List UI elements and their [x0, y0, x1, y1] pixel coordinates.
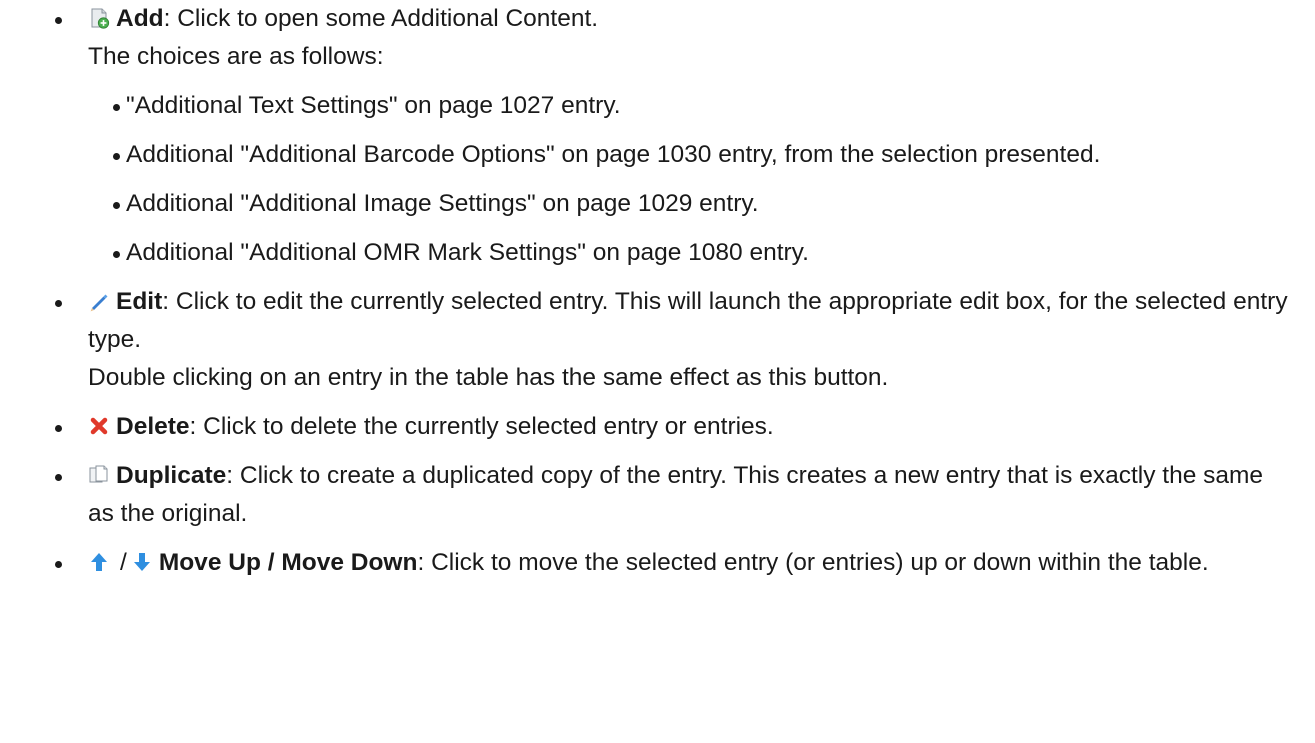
move-description: : Click to move the selected entry (or e…	[417, 549, 1209, 576]
add-content-icon	[88, 7, 110, 29]
duplicate-label: Duplicate	[116, 462, 227, 489]
edit-label: Edit	[116, 288, 163, 315]
list-item: Additional "Additional Barcode Options" …	[88, 136, 1295, 174]
edit-description: : Click to edit the currently selected e…	[88, 288, 1288, 353]
toolbar-button-list: Add: Click to open some Additional Conte…	[0, 0, 1315, 582]
list-item-move: / Move Up / Move Down: Click to move the…	[0, 544, 1315, 582]
help-document: Add: Click to open some Additional Conte…	[0, 0, 1315, 593]
list-item-delete: Delete: Click to delete the currently se…	[0, 408, 1315, 446]
add-choices-list: "Additional Text Settings" on page 1027 …	[88, 87, 1295, 272]
list-item-edit: Edit: Click to edit the currently select…	[0, 283, 1315, 397]
list-item-duplicate: Duplicate: Click to create a duplicated …	[0, 457, 1315, 533]
list-item: Additional "Additional OMR Mark Settings…	[88, 234, 1295, 272]
arrow-up-icon	[88, 551, 110, 573]
delete-description: : Click to delete the currently selected…	[189, 413, 774, 440]
arrow-down-icon	[131, 551, 153, 573]
pencil-icon	[88, 290, 110, 312]
move-label: Move Up / Move Down	[158, 549, 418, 576]
delete-x-icon	[88, 415, 110, 437]
duplicate-icon	[88, 464, 110, 486]
list-item: Additional "Additional Image Settings" o…	[88, 185, 1295, 223]
delete-label: Delete	[116, 413, 190, 440]
edit-extra-note: Double clicking on an entry in the table…	[88, 364, 889, 391]
add-label: Add	[116, 5, 164, 32]
list-item: "Additional Text Settings" on page 1027 …	[88, 87, 1295, 125]
add-choices-intro: The choices are as follows:	[88, 43, 384, 70]
add-description: : Click to open some Additional Content.	[163, 5, 599, 32]
separator-slash: /	[120, 549, 127, 576]
list-item-add: Add: Click to open some Additional Conte…	[0, 0, 1315, 272]
duplicate-description: : Click to create a duplicated copy of t…	[88, 462, 1264, 527]
